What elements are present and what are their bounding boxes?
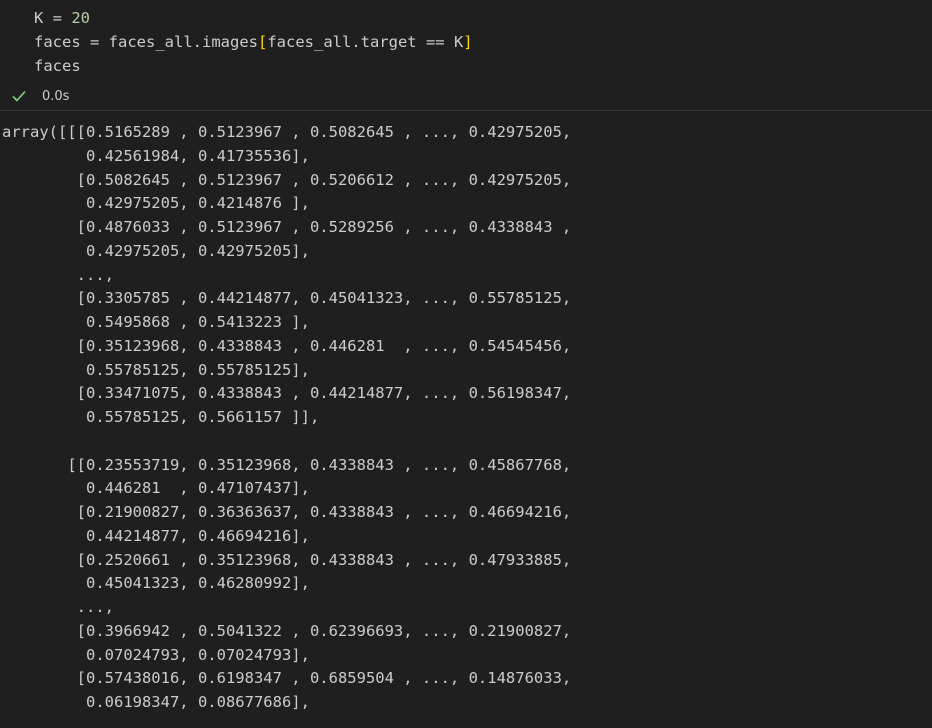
code-token: [ [257,33,268,51]
code-token: = [43,9,72,27]
code-token: ] [463,33,473,51]
check-icon [12,90,26,102]
output-line: 0.07024793, 0.07024793], [2,645,310,664]
output-line: 0.42975205, 0.4214876 ], [2,194,310,213]
output-line: 0.42975205, 0.42975205], [2,241,310,260]
output-line: ..., [2,598,114,616]
code-cell[interactable]: K = 20 faces = faces_all.images[faces_all… [0,0,932,111]
output-line: 0.5495868 , 0.5413223 ], [2,313,310,331]
code-token: faces_all.images [108,33,258,51]
output-line: [0.21900827, 0.36363637, 0.4338843 , ...… [2,503,572,521]
output-line: [[0.23553719, 0.35123968, 0.4338843 , ..… [2,455,572,474]
cell-output-divider [0,110,932,111]
output-line: 0.06198347, 0.08677686], [2,693,310,711]
output-line: [0.5082645 , 0.5123967 , 0.5206612 , ...… [2,170,572,189]
output-line: [0.4876033 , 0.5123967 , 0.5289256 , ...… [2,218,572,236]
code-line[interactable]: faces [34,54,473,78]
output-line: [0.3305785 , 0.44214877, 0.45041323, ...… [2,289,572,308]
output-line: 0.44214877, 0.46694216], [2,526,310,545]
output-line: array([[[0.5165289 , 0.5123967 , 0.50826… [2,123,572,141]
code-token: 20 [71,9,91,27]
code-token: faces [34,57,81,75]
code-token: = [80,33,109,51]
output-line: 0.55785125, 0.55785125], [2,360,310,379]
output-line: [0.57438016, 0.6198347 , 0.6859504 , ...… [2,669,572,688]
output-line: [0.3966942 , 0.5041322 , 0.62396693, ...… [2,621,572,640]
output-line: 0.42561984, 0.41735536], [2,146,310,165]
output-line: [0.2520661 , 0.35123968, 0.4338843 , ...… [2,550,572,569]
code-token: faces [34,33,81,51]
code-line[interactable]: K = 20 [34,6,473,30]
execution-time: 0.0s [42,88,70,104]
output-line: 0.446281 , 0.47107437], [2,479,310,498]
cell-output: array([[[0.5165289 , 0.5123967 , 0.50826… [2,121,571,715]
code-token: K [34,9,44,27]
code-token: faces_all.target == K [267,33,464,51]
output-line: 0.55785125, 0.5661157 ]], [2,408,320,426]
output-line: ..., [2,265,114,284]
output-line: 0.45041323, 0.46280992], [2,574,310,593]
code-line[interactable]: faces = faces_all.images[faces_all.targe… [34,30,473,54]
output-line: [0.33471075, 0.4338843 , 0.44214877, ...… [2,384,572,403]
output-line: [0.35123968, 0.4338843 , 0.446281 , ...,… [2,336,572,355]
execution-status: 0.0s [10,86,69,106]
code-editor[interactable]: K = 20 faces = faces_all.images[faces_all… [34,6,473,78]
